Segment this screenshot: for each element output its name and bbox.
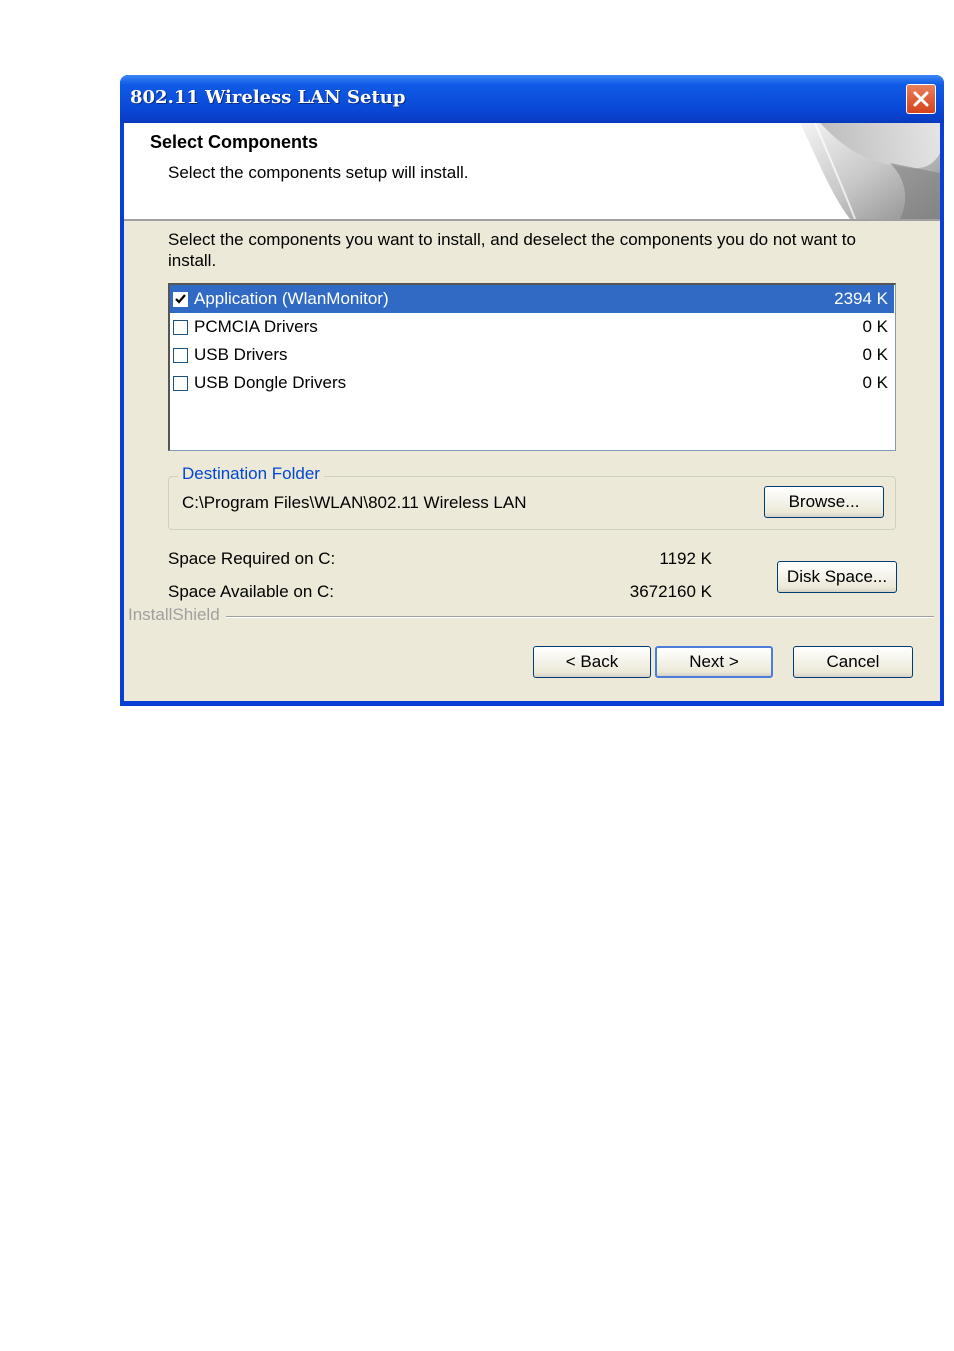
installshield-brand: InstallShield [128,605,226,625]
component-checkbox[interactable] [173,320,188,335]
back-button[interactable]: < Back [533,646,651,678]
brand-divider [224,616,934,618]
list-item[interactable]: Application (WlanMonitor) 2394 K [170,285,894,313]
destination-legend: Destination Folder [178,464,324,484]
component-size: 2394 K [834,289,888,308]
component-label: USB Drivers [194,345,288,364]
component-size: 0 K [862,317,888,336]
component-checkbox[interactable] [173,292,188,307]
browse-button[interactable]: Browse... [764,486,884,518]
next-button[interactable]: Next > [655,646,773,678]
component-label: Application (WlanMonitor) [194,289,389,308]
page-curl-art [800,123,940,219]
space-available-value: 3672160 K [629,582,712,601]
component-size: 0 K [862,345,888,364]
component-label: USB Dongle Drivers [194,373,347,392]
component-label: PCMCIA Drivers [194,317,318,336]
close-button[interactable] [906,84,936,114]
space-required-label: Space Required on C: [168,549,336,568]
close-x-icon [913,91,929,107]
title-bar[interactable]: 802.11 Wireless LAN Setup [120,75,944,123]
component-checkbox[interactable] [173,376,188,391]
list-item[interactable]: USB Dongle Drivers 0 K [170,369,894,397]
component-size: 0 K [862,373,888,392]
space-required-value: 1192 K [659,549,712,568]
component-checkbox[interactable] [173,348,188,363]
destination-path: C:\Program Files\WLAN\802.11 Wireless LA… [182,493,527,512]
page-subtitle: Select the components setup will install… [168,163,469,182]
window-title: 802.11 Wireless LAN Setup [130,87,406,108]
setup-dialog: 802.11 Wireless LAN Setup Select Compone… [120,75,944,706]
header-panel: Select Components Select the components … [124,123,940,219]
instructions-text: Select the components you want to instal… [168,230,856,270]
space-available-label: Space Available on C: [168,582,335,601]
list-item[interactable]: PCMCIA Drivers 0 K [170,313,894,341]
dialog-body: Select the components you want to instal… [124,221,940,701]
list-item[interactable]: USB Drivers 0 K [170,341,894,369]
page-title: Select Components [150,132,319,152]
checkmark-icon [175,294,186,304]
cancel-button[interactable]: Cancel [793,646,913,678]
disk-space-button[interactable]: Disk Space... [777,561,897,593]
components-list[interactable]: Application (WlanMonitor) 2394 K PCMCIA … [168,283,896,451]
